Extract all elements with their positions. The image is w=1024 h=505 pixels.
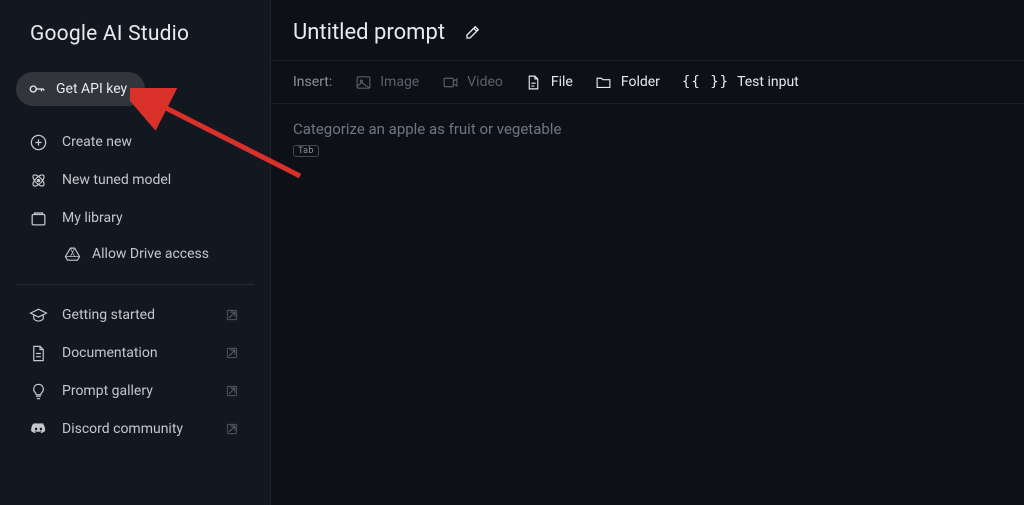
- sidebar: Google AI Studio Get API key Create new: [0, 0, 271, 505]
- divider: [16, 284, 254, 285]
- video-icon: [441, 73, 459, 91]
- insert-item-label: Image: [380, 74, 419, 90]
- page-title: Untitled prompt: [293, 20, 445, 45]
- insert-video-button: Video: [441, 73, 503, 91]
- edit-title-button[interactable]: [459, 18, 487, 46]
- school-icon: [28, 305, 48, 325]
- nav-secondary: Getting started Documentation: [16, 297, 254, 447]
- sidebar-item-prompt-gallery[interactable]: Prompt gallery: [16, 373, 254, 409]
- drive-icon: [62, 244, 82, 264]
- sidebar-item-create-new[interactable]: Create new: [16, 124, 254, 160]
- insert-file-button[interactable]: File: [525, 73, 573, 91]
- file-icon: [525, 73, 543, 91]
- insert-folder-button[interactable]: Folder: [595, 73, 660, 91]
- nav-label: Prompt gallery: [62, 383, 153, 399]
- atom-icon: [28, 170, 48, 190]
- insert-image-button: Image: [354, 73, 419, 91]
- nav-label: Create new: [62, 134, 132, 150]
- document-icon: [28, 343, 48, 363]
- main-content: Untitled prompt Insert: Image: [271, 0, 1024, 505]
- brand-title: Google AI Studio: [16, 20, 254, 66]
- sidebar-item-my-library[interactable]: My library: [16, 200, 254, 236]
- insert-item-label: Video: [467, 74, 503, 90]
- nav-label: My library: [62, 210, 123, 226]
- insert-label: Insert:: [293, 74, 332, 90]
- external-link-icon: [222, 305, 242, 325]
- nav-label: Discord community: [62, 421, 183, 437]
- nav-primary: Create new New tuned model My library: [16, 124, 254, 236]
- tab-hint-chip: Tab: [293, 145, 319, 157]
- folder-icon: [595, 73, 613, 91]
- external-link-icon: [222, 381, 242, 401]
- nav-sub: Allow Drive access: [16, 236, 254, 272]
- prompt-placeholder: Categorize an apple as fruit or vegetabl…: [293, 120, 1002, 138]
- nav-label: New tuned model: [62, 172, 171, 188]
- api-key-label: Get API key: [56, 81, 127, 97]
- get-api-key-button[interactable]: Get API key: [16, 72, 145, 106]
- insert-test-input-button[interactable]: {{ }} Test input: [682, 74, 799, 90]
- discord-icon: [28, 419, 48, 439]
- external-link-icon: [222, 419, 242, 439]
- key-icon: [28, 80, 46, 98]
- sidebar-item-documentation[interactable]: Documentation: [16, 335, 254, 371]
- insert-item-label: File: [551, 74, 573, 90]
- insert-toolbar: Insert: Image Video File: [271, 60, 1024, 104]
- insert-item-label: Folder: [621, 74, 660, 90]
- add-circle-icon: [28, 132, 48, 152]
- prompt-input[interactable]: Categorize an apple as fruit or vegetabl…: [271, 104, 1024, 505]
- external-link-icon: [222, 343, 242, 363]
- insert-item-label: Test input: [737, 74, 799, 90]
- pencil-icon: [464, 23, 482, 41]
- sidebar-item-new-tuned-model[interactable]: New tuned model: [16, 162, 254, 198]
- lightbulb-icon: [28, 381, 48, 401]
- library-icon: [28, 208, 48, 228]
- image-icon: [354, 73, 372, 91]
- sidebar-item-getting-started[interactable]: Getting started: [16, 297, 254, 333]
- title-row: Untitled prompt: [271, 0, 1024, 60]
- nav-label: Allow Drive access: [92, 246, 209, 262]
- sidebar-item-allow-drive-access[interactable]: Allow Drive access: [50, 236, 254, 272]
- braces-icon: {{ }}: [682, 74, 729, 90]
- nav-label: Getting started: [62, 307, 155, 323]
- nav-label: Documentation: [62, 345, 158, 361]
- sidebar-item-discord-community[interactable]: Discord community: [16, 411, 254, 447]
